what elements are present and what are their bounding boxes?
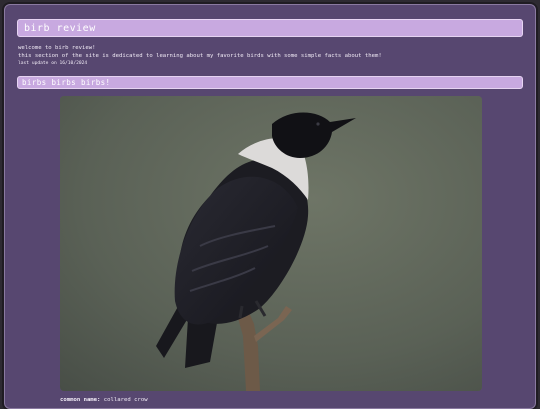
common-name-value: collared crow bbox=[103, 397, 148, 403]
common-name-label: common name: bbox=[60, 397, 101, 403]
page-window: birb review welcome to birb review! this… bbox=[4, 4, 536, 409]
page-title-bar: birb review bbox=[17, 19, 523, 37]
section-heading: birbs birbs birbs! bbox=[22, 78, 111, 87]
collared-crow-photo bbox=[60, 96, 482, 391]
page-title: birb review bbox=[24, 22, 96, 34]
crow-illustration bbox=[60, 96, 482, 391]
section-heading-bar: birbs birbs birbs! bbox=[17, 76, 523, 89]
intro-line-description: this section of the site is dedicated to… bbox=[18, 53, 382, 59]
intro-text: welcome to birb review! this section of … bbox=[18, 44, 382, 68]
last-update-text: last update on 16/10/2024 bbox=[18, 61, 88, 66]
intro-line-welcome: welcome to birb review! bbox=[18, 45, 96, 51]
bird-caption: common name: collared crow bbox=[60, 397, 148, 403]
